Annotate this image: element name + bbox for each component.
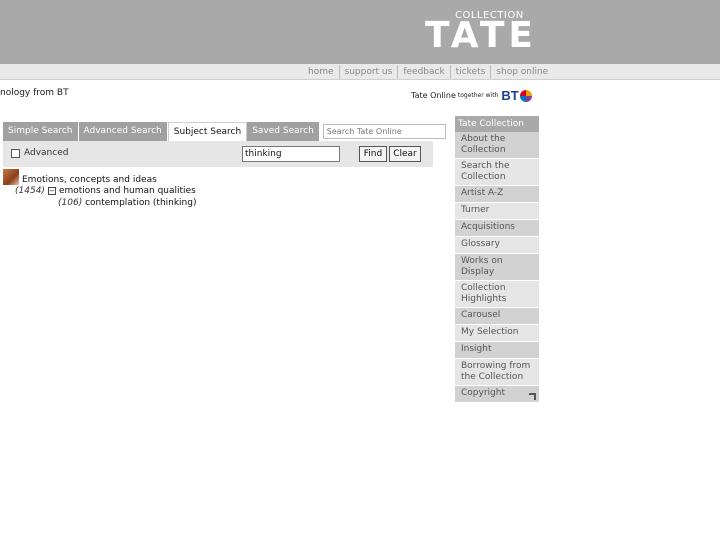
result-row-contemplation: (106) contemplation (thinking) <box>58 198 197 208</box>
sidebar-item-copyright[interactable]: Copyright <box>455 386 539 403</box>
sidebar-item-about[interactable]: About the Collection <box>455 132 539 159</box>
subject-search-input[interactable] <box>242 146 340 162</box>
nav-home-link[interactable]: home <box>303 65 339 79</box>
tab-subject-search[interactable]: Subject Search <box>167 122 248 141</box>
sidebar-item-search[interactable]: Search the Collection <box>455 159 539 186</box>
technology-partner-text: nology from BT <box>0 88 69 98</box>
subject-search-bar: Advanced Find Clear <box>3 141 433 167</box>
sidebar-item-my-selection[interactable]: My Selection <box>455 325 539 342</box>
sidebar-item-works-on-display[interactable]: Works on Display <box>455 254 539 281</box>
find-button[interactable]: Find <box>359 146 387 162</box>
tate-online-text: Tate Online <box>411 91 456 100</box>
advanced-label: Advanced <box>24 148 69 158</box>
search-tabs: Simple Search Advanced Search Subject Se… <box>3 122 446 141</box>
clear-button[interactable]: Clear <box>389 146 421 162</box>
sidebar-item-glossary[interactable]: Glossary <box>455 237 539 254</box>
expand-icon[interactable] <box>529 393 536 400</box>
result-link-emotions[interactable]: emotions and human qualities <box>59 186 196 196</box>
sidebar-item-turner[interactable]: Turner <box>455 203 539 220</box>
site-header: COLLECTION TATE <box>0 0 720 64</box>
result-count: (1454) <box>15 186 45 196</box>
result-link-contemplation[interactable]: contemplation (thinking) <box>85 198 196 208</box>
category-title-link[interactable]: Emotions, concepts and ideas <box>22 175 157 185</box>
nav-shop-link[interactable]: shop online <box>490 65 553 79</box>
bt-globe-icon <box>519 89 532 102</box>
bt-partner-banner[interactable]: Tate Online together with BT <box>411 88 532 103</box>
collection-sidebar: Tate Collection About the Collection Sea… <box>455 116 539 403</box>
sidebar-heading[interactable]: Tate Collection <box>455 116 539 132</box>
nav-support-link[interactable]: support us <box>338 65 398 79</box>
tab-simple-search[interactable]: Simple Search <box>3 122 79 141</box>
result-count: (106) <box>58 198 83 208</box>
nav-tickets-link[interactable]: tickets <box>449 65 491 79</box>
together-with-text: together with <box>457 92 499 99</box>
collapse-icon[interactable]: − <box>47 186 56 195</box>
category-thumbnail-icon <box>3 169 19 185</box>
sidebar-item-label: Copyright <box>461 388 505 398</box>
nav-feedback-link[interactable]: feedback <box>397 65 449 79</box>
sidebar-item-insight[interactable]: Insight <box>455 342 539 359</box>
site-search-input[interactable] <box>322 124 446 139</box>
tab-advanced-search[interactable]: Advanced Search <box>78 122 168 141</box>
result-row-emotions: (1454) − emotions and human qualities <box>15 186 196 196</box>
top-nav: home support us feedback tickets shop on… <box>303 64 553 80</box>
tab-saved-search[interactable]: Saved Search <box>247 122 320 141</box>
sidebar-item-artist-az[interactable]: Artist A-Z <box>455 186 539 203</box>
bt-logo-text: BT <box>501 88 519 103</box>
sidebar-item-acquisitions[interactable]: Acquisitions <box>455 220 539 237</box>
sidebar-item-borrowing[interactable]: Borrowing from the Collection <box>455 359 539 386</box>
advanced-checkbox[interactable] <box>11 149 20 158</box>
sidebar-item-highlights[interactable]: Collection Highlights <box>455 281 539 308</box>
tate-logo[interactable]: TATE <box>425 16 537 56</box>
sidebar-item-carousel[interactable]: Carousel <box>455 308 539 325</box>
